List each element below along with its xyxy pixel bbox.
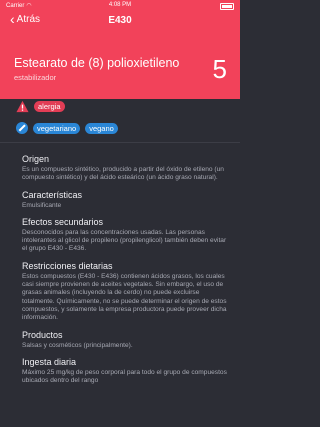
section-body: Emulsificante <box>22 201 62 209</box>
section-body: Es un compuesto sintético, producido a p… <box>22 166 224 182</box>
status-bar: Carrier ◠ 4:08 PM <box>0 0 240 11</box>
back-label: Atrás <box>16 14 41 25</box>
section-body: Estos compuestos (E430 - E436) contienen… <box>22 272 227 322</box>
level-number: 5 <box>212 54 227 84</box>
section-efectos-secundarios: Efectos secundarios Desconocidos para la… <box>22 217 228 254</box>
section-title: Efectos secundarios <box>22 216 104 227</box>
section-origen: Origen Es un compuesto sintético, produc… <box>22 154 228 183</box>
section-restricciones-dietarias: Restricciones dietarias Estos compuestos… <box>22 261 228 323</box>
warning-triangle-icon <box>16 100 29 113</box>
section-title: Productos <box>22 329 63 340</box>
diet-pill-vegetariano: vegetariano <box>33 122 81 134</box>
prohibited-circle-icon <box>16 122 28 134</box>
diet-pill-vegano: vegano <box>85 122 118 134</box>
section-body: Máximo 25 mg/kg de peso corporal para to… <box>22 368 227 385</box>
nav-bar: ‹ Atrás E430 <box>0 11 240 33</box>
product-category: estabilizador <box>14 73 57 82</box>
section-productos: Productos Salsas y cosméticos (principal… <box>22 330 228 350</box>
section-body: Desconocidos para las concentraciones us… <box>22 228 227 253</box>
section-body: Salsas y cosméticos (principalmente). <box>22 341 133 349</box>
battery-icon <box>220 3 234 10</box>
chevron-left-icon: ‹ <box>10 10 15 27</box>
section-title: Origen <box>22 154 50 164</box>
section-title: Restricciones dietarias <box>22 260 113 271</box>
back-button[interactable]: ‹ Atrás <box>10 10 41 27</box>
warning-row: alergia <box>16 100 65 113</box>
diet-row: vegetariano vegano <box>16 122 118 134</box>
header: Carrier ◠ 4:08 PM ‹ Atrás E430 Estearato … <box>0 0 240 99</box>
details-list: Origen Es un compuesto sintético, produc… <box>22 154 228 392</box>
warning-pill-alergia: alergia <box>34 101 65 112</box>
app-screen: Carrier ◠ 4:08 PM ‹ Atrás E430 Estearato … <box>0 0 240 427</box>
divider <box>0 142 240 143</box>
section-title: Ingesta diaria <box>22 356 77 367</box>
section-caracteristicas: Características Emulsificante <box>22 190 228 210</box>
status-time: 4:08 PM <box>108 2 132 8</box>
product-name: Estearato de (8) polioxietileno <box>14 56 180 70</box>
section-ingesta-diaria: Ingesta diaria Máximo 25 mg/kg de peso c… <box>22 357 228 386</box>
section-title: Características <box>22 189 83 200</box>
